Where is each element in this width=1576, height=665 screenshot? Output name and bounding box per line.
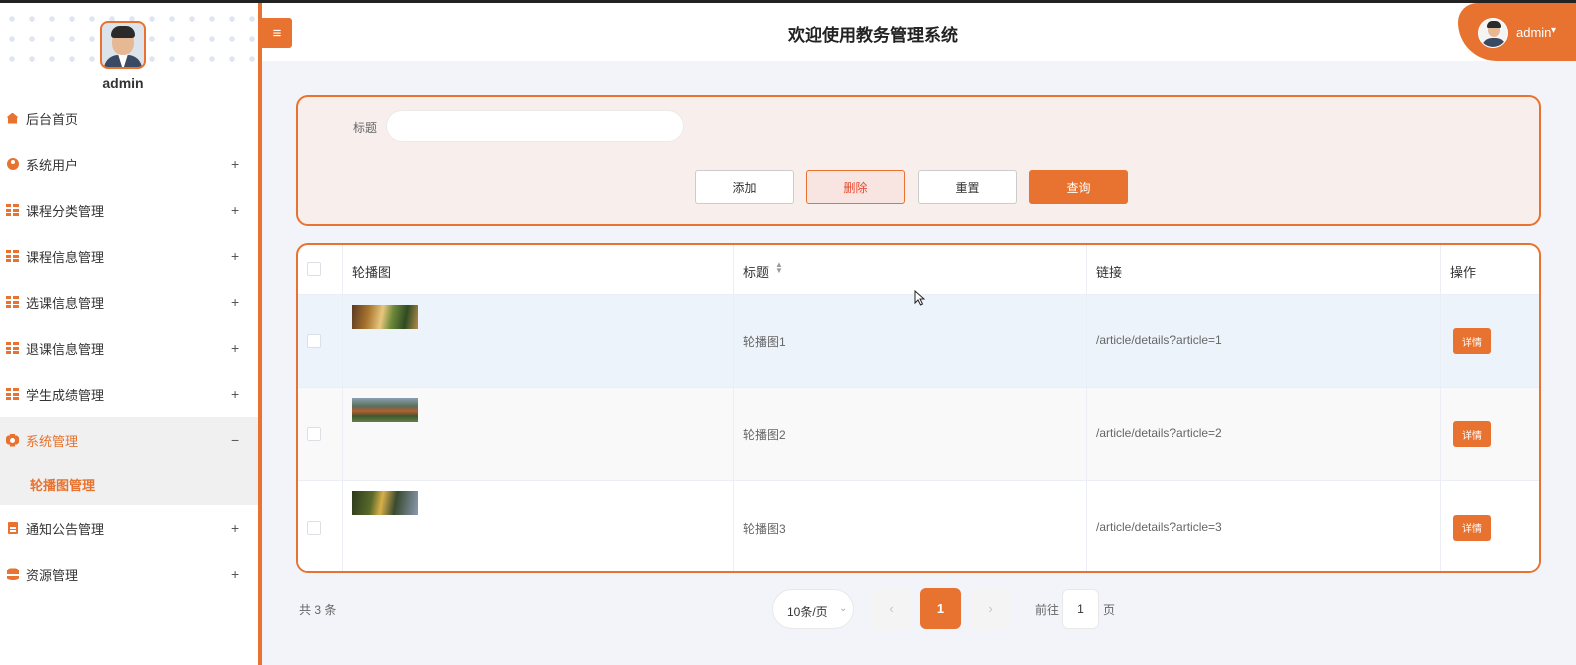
grid-icon: [6, 250, 19, 263]
page-title: 欢迎使用教务管理系统: [788, 26, 958, 45]
row-link: /article/details?article=2: [1096, 426, 1222, 440]
sidebar-item-resources[interactable]: 资源管理 +: [0, 551, 258, 597]
grid-icon: [6, 342, 19, 355]
delete-button[interactable]: 删除: [806, 170, 905, 204]
row-checkbox[interactable]: [307, 520, 321, 535]
user-avatar: [1478, 18, 1508, 48]
sidebar-item-student-grades[interactable]: 学生成绩管理 +: [0, 371, 258, 417]
title-search-input[interactable]: [386, 110, 684, 142]
title-filter-label: 标题: [353, 121, 378, 135]
goto-label: 前往: [1035, 603, 1060, 617]
expand-icon[interactable]: +: [231, 294, 239, 310]
doc-icon: [6, 522, 19, 535]
details-button[interactable]: 详情: [1453, 421, 1491, 447]
grid-icon: [6, 388, 19, 401]
sidebar-accent-bar: [258, 3, 262, 665]
expand-icon[interactable]: +: [231, 340, 239, 356]
sidebar-item-label: 系统用户: [26, 157, 79, 173]
table-row[interactable]: 轮播图3 /article/details?article=3 详情: [298, 481, 1539, 571]
sidebar-item-course-info[interactable]: 课程信息管理 +: [0, 233, 258, 279]
column-header-link: 链接: [1096, 265, 1123, 280]
column-header-title[interactable]: 标题: [743, 262, 769, 281]
database-icon: [6, 568, 19, 581]
pagination-total: 共 3 条: [299, 603, 337, 617]
expand-icon[interactable]: +: [231, 248, 239, 264]
column-header-actions: 操作: [1450, 265, 1477, 280]
sidebar-item-label: 退课信息管理: [26, 341, 105, 357]
sidebar-item-label: 选课信息管理: [26, 295, 105, 311]
sidebar-item-course-selection[interactable]: 选课信息管理 +: [0, 279, 258, 325]
collapse-icon[interactable]: −: [231, 432, 239, 448]
sidebar-item-label: 课程信息管理: [26, 249, 105, 265]
chevron-down-icon: ⌄: [839, 603, 848, 614]
prev-page-button[interactable]: ‹: [871, 588, 912, 629]
page-size-value: 10条/页: [787, 605, 828, 619]
select-all-checkbox[interactable]: [307, 262, 321, 276]
sidebar-item-system-management[interactable]: 系统管理 −: [0, 417, 258, 463]
row-link: /article/details?article=3: [1096, 519, 1222, 534]
user-menu[interactable]: admin ▾: [1458, 3, 1576, 61]
sidebar-item-home[interactable]: 后台首页: [0, 95, 258, 141]
sidebar-item-system-users[interactable]: 系统用户 +: [0, 141, 258, 187]
row-link: /article/details?article=1: [1096, 333, 1222, 347]
query-button[interactable]: 查询: [1029, 170, 1128, 204]
sidebar-username: admin: [102, 75, 144, 91]
sidebar: admin 后台首页 系统用户 + 课程分类管理 + 课程信息管理 + 选课信息…: [0, 3, 258, 665]
carousel-thumbnail[interactable]: [352, 398, 418, 422]
add-button[interactable]: 添加: [695, 170, 794, 204]
row-checkbox[interactable]: [307, 334, 321, 348]
row-title: 轮播图2: [743, 428, 786, 442]
table-header: 轮播图 标题 ▲ ▼ 链接 操作: [298, 245, 1539, 295]
row-checkbox[interactable]: [307, 427, 321, 441]
sidebar-item-label: 系统管理: [26, 433, 79, 449]
sidebar-item-label: 资源管理: [26, 567, 79, 583]
expand-icon[interactable]: +: [231, 566, 239, 582]
sidebar-item-announcements[interactable]: 通知公告管理 +: [0, 505, 258, 551]
table-row[interactable]: 轮播图2 /article/details?article=2 详情: [298, 388, 1539, 481]
sidebar-item-label: 课程分类管理: [26, 203, 105, 219]
sidebar-item-label: 后台首页: [26, 111, 79, 127]
goto-page-input[interactable]: [1062, 589, 1099, 629]
sidebar-item-course-withdrawal[interactable]: 退课信息管理 +: [0, 325, 258, 371]
sidebar-item-course-category[interactable]: 课程分类管理 +: [0, 187, 258, 233]
expand-icon[interactable]: +: [231, 520, 239, 536]
table-row[interactable]: 轮播图1 /article/details?article=1 详情: [298, 295, 1539, 388]
reset-button[interactable]: 重置: [918, 170, 1017, 204]
expand-icon[interactable]: +: [231, 386, 239, 402]
page-size-select[interactable]: 10条/页 ⌄: [772, 589, 854, 629]
sidebar-subitem-carousel-management[interactable]: 轮播图管理: [0, 463, 258, 505]
grid-icon: [6, 296, 19, 309]
mouse-cursor-icon: [914, 290, 925, 306]
row-title: 轮播图1: [743, 335, 786, 349]
sidebar-item-label: 学生成绩管理: [26, 387, 105, 403]
grid-icon: [6, 204, 19, 217]
sidebar-item-label: 通知公告管理: [26, 521, 105, 537]
expand-icon[interactable]: +: [231, 156, 239, 172]
expand-icon[interactable]: +: [231, 202, 239, 218]
user-icon: [6, 158, 19, 171]
home-icon: [6, 112, 19, 125]
sort-icon[interactable]: ▲ ▼: [775, 261, 783, 275]
gear-icon: [6, 433, 19, 447]
sidebar-menu: 后台首页 系统用户 + 课程分类管理 + 课程信息管理 + 选课信息管理 + 退…: [0, 95, 258, 597]
carousel-thumbnail[interactable]: [352, 491, 418, 515]
next-page-button[interactable]: ›: [970, 588, 1011, 629]
chevron-down-icon: ▾: [1551, 25, 1557, 36]
column-header-image: 轮播图: [352, 265, 392, 280]
user-menu-name: admin: [1516, 25, 1552, 40]
page-1-button[interactable]: 1: [920, 588, 961, 629]
details-button[interactable]: 详情: [1453, 328, 1491, 354]
details-button[interactable]: 详情: [1453, 514, 1491, 541]
goto-suffix: 页: [1103, 603, 1116, 617]
avatar[interactable]: [100, 21, 146, 69]
row-title: 轮播图3: [743, 521, 786, 536]
carousel-thumbnail[interactable]: [352, 305, 418, 329]
